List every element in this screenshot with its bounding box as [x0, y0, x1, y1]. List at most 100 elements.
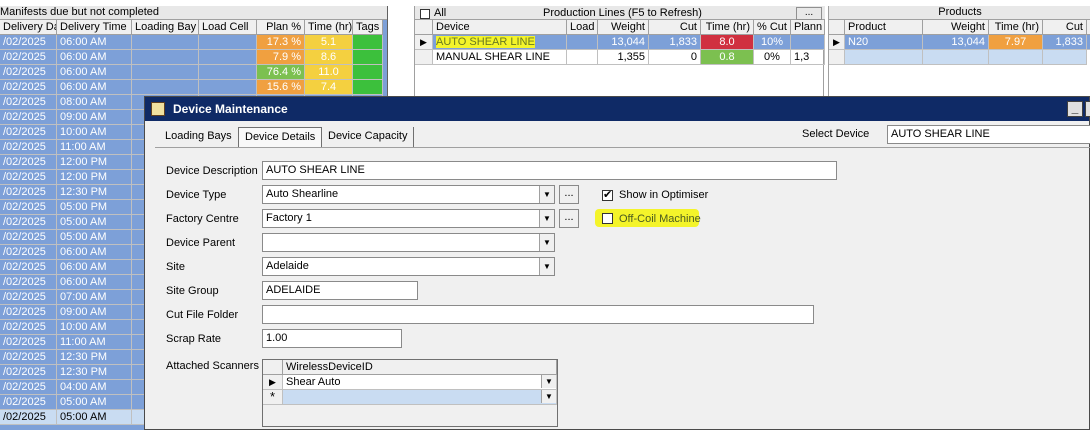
cell-delivery-time[interactable]: 12:00 PM — [57, 170, 132, 185]
cell-delivery-time[interactable]: 06:00 AM — [57, 275, 132, 290]
cell-tags[interactable] — [353, 80, 383, 95]
device-type-browse-button[interactable]: ... — [559, 185, 579, 204]
pl-col-load[interactable]: Load — [567, 20, 598, 35]
pr-col-cut[interactable]: Cut — [1043, 20, 1087, 35]
col-delivery-date[interactable]: Delivery Date — [0, 20, 57, 35]
col-load-cell[interactable]: Load Cell — [199, 20, 257, 35]
site-group-input[interactable]: ADELAIDE — [262, 281, 418, 300]
col-tags[interactable]: Tags — [353, 20, 383, 35]
col-delivery-time[interactable]: Delivery Time — [57, 20, 132, 35]
cell-load-cell[interactable] — [199, 50, 257, 65]
cell-delivery-date[interactable]: /02/2025 — [0, 260, 57, 275]
cell-delivery-date[interactable]: /02/2025 — [0, 410, 57, 425]
pl-row-time-hr[interactable]: 0.8 — [701, 50, 754, 65]
pr-row-time-hr[interactable]: 7.97 — [989, 35, 1043, 50]
cell-load-cell[interactable] — [199, 65, 257, 80]
cell-delivery-date[interactable]: /02/2025 — [0, 80, 57, 95]
maximize-button[interactable] — [1085, 101, 1090, 117]
pl-row-load[interactable] — [567, 35, 598, 50]
cell-delivery-time[interactable]: 06:00 AM — [57, 260, 132, 275]
scrap-rate-input[interactable]: 1.00 — [262, 329, 402, 348]
cell-time-hr[interactable]: 7.4 — [305, 80, 353, 95]
cell-delivery-date[interactable]: /02/2025 — [0, 395, 57, 410]
select-device-dropdown[interactable]: AUTO SHEAR LINE — [887, 125, 1090, 144]
cell-delivery-date[interactable]: /02/2025 — [0, 230, 57, 245]
pl-row-pct-cut[interactable]: 10% — [754, 35, 791, 50]
cell-delivery-date[interactable]: /02/2025 — [0, 35, 57, 50]
pr-col-weight[interactable]: Weight — [923, 20, 989, 35]
cell-delivery-date[interactable]: /02/2025 — [0, 185, 57, 200]
pl-row-plann[interactable]: 1,3 — [791, 50, 825, 65]
tab-device-capacity[interactable]: Device Capacity — [322, 127, 415, 147]
cell-delivery-time[interactable]: 06:00 AM — [57, 65, 132, 80]
cell-loading-bay[interactable] — [132, 65, 199, 80]
cell-delivery-time[interactable]: 05:00 PM — [57, 200, 132, 215]
chevron-down-icon[interactable]: ▼ — [539, 186, 554, 203]
pl-col-time-hr[interactable]: Time (hr) — [701, 20, 754, 35]
cell-delivery-time[interactable]: 12:30 PM — [57, 350, 132, 365]
cell-tags[interactable] — [353, 65, 383, 80]
cell-delivery-date[interactable]: /02/2025 — [0, 170, 57, 185]
pl-row-weight[interactable]: 13,044 — [598, 35, 649, 50]
pl-row-cut[interactable]: 0 — [649, 50, 701, 65]
cell-load-cell[interactable] — [199, 80, 257, 95]
cell-tags[interactable] — [353, 35, 383, 50]
cell-plan-pct[interactable]: 17.3 % — [257, 35, 305, 50]
cell-delivery-time[interactable]: 11:00 AM — [57, 140, 132, 155]
cell-delivery-time[interactable]: 07:00 AM — [57, 290, 132, 305]
pr-row-cut[interactable]: 1,833 — [1043, 35, 1087, 50]
cell-delivery-date[interactable]: /02/2025 — [0, 140, 57, 155]
cell-delivery-date[interactable]: /02/2025 — [0, 335, 57, 350]
cell-delivery-date[interactable]: /02/2025 — [0, 245, 57, 260]
cell-plan-pct[interactable]: 15.6 % — [257, 80, 305, 95]
site-select[interactable]: Adelaide ▼ — [262, 257, 555, 276]
cell-delivery-date[interactable]: /02/2025 — [0, 365, 57, 380]
chevron-down-icon[interactable]: ▼ — [539, 210, 554, 227]
cell-loading-bay[interactable] — [132, 50, 199, 65]
cell-delivery-time[interactable]: 12:00 PM — [57, 155, 132, 170]
pl-row-weight[interactable]: 1,355 — [598, 50, 649, 65]
pr-row-weight[interactable]: 13,044 — [923, 35, 989, 50]
cell-delivery-time[interactable]: 08:00 AM — [57, 95, 132, 110]
pl-col-device[interactable]: Device — [433, 20, 567, 35]
cell-delivery-date[interactable]: /02/2025 — [0, 350, 57, 365]
pl-row-device[interactable]: AUTO SHEAR LINE — [433, 35, 567, 50]
chevron-down-icon[interactable]: ▼ — [541, 375, 556, 388]
pr-col-product[interactable]: Product — [845, 20, 923, 35]
cell-delivery-date[interactable]: /02/2025 — [0, 110, 57, 125]
cell-loading-bay[interactable] — [132, 80, 199, 95]
cell-delivery-date[interactable]: /02/2025 — [0, 305, 57, 320]
pl-row-time-hr[interactable]: 8.0 — [701, 35, 754, 50]
cell-delivery-time[interactable]: 06:00 AM — [57, 35, 132, 50]
pl-row-cut[interactable]: 1,833 — [649, 35, 701, 50]
cell-delivery-time[interactable]: 06:00 AM — [57, 245, 132, 260]
cell-delivery-time[interactable]: 05:00 AM — [57, 410, 132, 425]
cell-delivery-time[interactable]: 05:00 AM — [57, 230, 132, 245]
cell-delivery-time[interactable]: 05:00 AM — [57, 215, 132, 230]
cell-delivery-date[interactable]: /02/2025 — [0, 125, 57, 140]
cell-time-hr[interactable]: 5.1 — [305, 35, 353, 50]
col-plan-pct[interactable]: Plan % — [257, 20, 305, 35]
device-parent-select[interactable]: ▼ — [262, 233, 555, 252]
refresh-button[interactable]: ... — [796, 7, 822, 20]
chevron-down-icon[interactable]: ▼ — [539, 258, 554, 275]
cell-load-cell[interactable] — [199, 35, 257, 50]
factory-centre-select[interactable]: Factory 1 ▼ — [262, 209, 555, 228]
tab-loading-bays[interactable]: Loading Bays — [159, 127, 238, 147]
chevron-down-icon[interactable]: ▼ — [539, 234, 554, 251]
cell-tags[interactable] — [353, 50, 383, 65]
minimize-button[interactable]: _ — [1067, 101, 1083, 117]
cell-plan-pct[interactable]: 7.9 % — [257, 50, 305, 65]
cell-delivery-time[interactable]: 04:00 AM — [57, 380, 132, 395]
pl-row-device[interactable]: MANUAL SHEAR LINE — [433, 50, 567, 65]
cell-delivery-date[interactable]: /02/2025 — [0, 155, 57, 170]
cell-delivery-date[interactable]: /02/2025 — [0, 275, 57, 290]
show-in-optimiser-checkbox[interactable]: ✔ — [602, 190, 613, 201]
cell-delivery-date[interactable]: /02/2025 — [0, 50, 57, 65]
pr-col-time-hr[interactable]: Time (hr) — [989, 20, 1043, 35]
cell-delivery-time[interactable]: 05:00 AM — [57, 395, 132, 410]
cell-delivery-date[interactable]: /02/2025 — [0, 290, 57, 305]
pr-row-product[interactable]: N20 — [845, 35, 923, 50]
cell-delivery-date[interactable]: /02/2025 — [0, 380, 57, 395]
cell-delivery-date[interactable]: /02/2025 — [0, 320, 57, 335]
